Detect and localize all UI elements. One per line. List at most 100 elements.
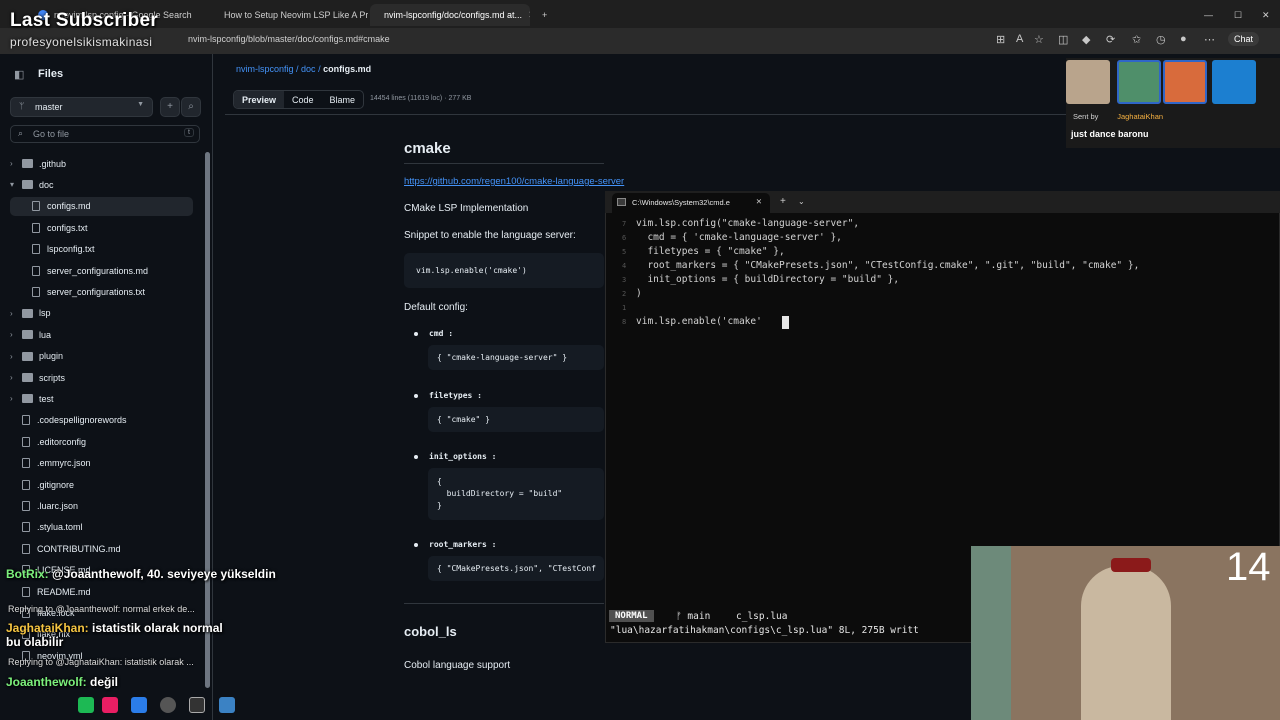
folder-icon xyxy=(22,159,33,168)
app-icon[interactable] xyxy=(219,697,235,713)
terminal-icon[interactable] xyxy=(189,697,205,713)
line-number: 7 xyxy=(622,220,627,228)
refresh-icon[interactable]: ⟳ xyxy=(1106,33,1115,46)
file-item[interactable]: server_configurations.txt xyxy=(32,282,145,301)
folder-icon xyxy=(22,330,33,340)
snippet-code: vim.lsp.enable('cmake') xyxy=(416,266,527,275)
file-item[interactable]: CONTRIBUTING.md xyxy=(10,539,121,558)
new-terminal-tab-icon[interactable]: + xyxy=(780,196,786,207)
config-key: cmd : xyxy=(429,329,454,338)
vim-filename: c_lsp.lua xyxy=(736,611,788,622)
cmd-icon xyxy=(617,198,626,206)
tree-item-label: server_configurations.txt xyxy=(47,286,146,297)
code-line: root_markers = { "CMakePresets.json", "C… xyxy=(636,260,1140,271)
history-icon[interactable]: ◷ xyxy=(1156,33,1166,46)
favorites-icon[interactable]: ✩ xyxy=(1132,33,1141,46)
sticker-image xyxy=(1117,60,1161,104)
file-item[interactable]: lspconfig.txt xyxy=(32,240,95,259)
folder-item[interactable]: ▾ doc xyxy=(10,175,54,194)
sidebar-scrollbar[interactable] xyxy=(205,152,210,688)
folder-item[interactable]: › .github xyxy=(10,154,66,173)
tree-item-label: test xyxy=(39,393,54,404)
terminal-tab[interactable]: C:\Windows\System32\cmd.e ✕ xyxy=(612,193,770,213)
search-button[interactable]: ⌕ xyxy=(181,97,201,117)
chevron-down-icon[interactable]: ⌄ xyxy=(798,197,805,206)
branch-selector[interactable]: ᛘ master ▼ xyxy=(10,97,153,117)
tab-blame[interactable]: Blame xyxy=(322,91,364,108)
file-item[interactable]: .editorconfig xyxy=(10,432,86,451)
folder-item[interactable]: › test xyxy=(10,389,54,408)
counter-overlay: 14 xyxy=(1226,545,1271,589)
config-value: { "CMakePresets.json", "CTestConf xyxy=(437,564,596,573)
install-icon[interactable]: ⊞ xyxy=(996,33,1005,46)
folder-item[interactable]: › plugin xyxy=(10,347,63,366)
close-icon[interactable]: ✕ xyxy=(756,197,762,206)
close-icon[interactable]: ✕ xyxy=(528,10,530,21)
diamond-icon[interactable]: ◆ xyxy=(1082,33,1090,46)
browser-tab-github[interactable]: nvim-lspconfig/doc/configs.md at... ✕ xyxy=(370,4,530,26)
view-tabs: Preview Code Blame xyxy=(233,90,365,109)
folder-item[interactable]: › lua xyxy=(10,325,51,344)
folder-item[interactable]: › scripts xyxy=(10,368,65,387)
chevron-right-icon: › xyxy=(10,308,13,318)
file-item[interactable]: README.md xyxy=(10,582,91,601)
file-icon xyxy=(22,479,30,490)
code-line: vim.lsp.enable('cmake' xyxy=(636,316,762,327)
go-to-file-placeholder: Go to file xyxy=(33,129,70,139)
tab-code[interactable]: Code xyxy=(284,91,322,108)
terminal-tab-title: C:\Windows\System32\cmd.e xyxy=(632,198,730,207)
spotify-icon[interactable] xyxy=(78,697,94,713)
divider xyxy=(404,603,604,604)
file-item[interactable]: .emmyrc.json xyxy=(10,454,91,473)
file-item[interactable]: .luarc.json xyxy=(10,496,78,515)
read-aloud-icon[interactable]: A xyxy=(1016,33,1023,45)
file-item[interactable]: server_configurations.md xyxy=(32,261,148,280)
stream-subtitle: profesyonelsikismakinasi xyxy=(10,35,153,49)
cmake-repo-link[interactable]: https://github.com/regen100/cmake-langua… xyxy=(404,176,624,187)
code-line: cmd = { 'cmake-language-server' }, xyxy=(636,232,842,243)
close-window-icon[interactable]: ✕ xyxy=(1254,4,1274,26)
file-icon xyxy=(22,543,30,554)
folder-icon xyxy=(22,180,33,190)
star-icon[interactable]: ☆ xyxy=(1034,33,1044,46)
section-heading-cobol: cobol_ls xyxy=(404,624,457,639)
add-file-button[interactable]: + xyxy=(160,97,180,117)
file-item[interactable]: .stylua.toml xyxy=(10,518,83,537)
breadcrumb-dir[interactable]: doc xyxy=(301,64,316,74)
browser-tab-youtube[interactable]: How to Setup Neovim LSP Like A Pro ✕ xyxy=(210,4,368,26)
maximize-icon[interactable]: ☐ xyxy=(1226,4,1246,26)
list-bullet xyxy=(414,332,418,336)
settings-icon[interactable] xyxy=(160,697,176,713)
folder-item[interactable]: › lsp xyxy=(10,304,51,323)
line-number: 6 xyxy=(622,234,627,242)
file-item[interactable]: configs.txt xyxy=(32,218,88,237)
new-tab-button[interactable]: + xyxy=(534,4,554,26)
folder-icon xyxy=(22,351,33,361)
go-to-file-input[interactable]: ⌕ Go to file t xyxy=(10,125,200,143)
profile-icon[interactable]: ● xyxy=(1180,33,1187,45)
file-icon xyxy=(22,522,30,533)
url-field[interactable]: nvim-lspconfig/blob/master/doc/configs.m… xyxy=(188,34,390,44)
extension-icon[interactable]: ◫ xyxy=(1058,33,1068,46)
tree-item-label: configs.md xyxy=(47,201,91,212)
file-item[interactable]: .codespellignorewords xyxy=(10,411,127,430)
tab-preview[interactable]: Preview xyxy=(234,91,285,108)
default-config-label: Default config: xyxy=(404,302,468,313)
file-item[interactable]: configs.md xyxy=(10,196,193,216)
breadcrumb: nvim-lspconfig / doc / configs.md xyxy=(236,64,372,74)
music-icon[interactable] xyxy=(102,697,118,713)
file-icon xyxy=(22,586,30,597)
minimize-icon[interactable]: — xyxy=(1196,4,1216,26)
config-value: { "cmake" } xyxy=(437,415,490,424)
breadcrumb-repo[interactable]: nvim-lspconfig xyxy=(236,64,294,74)
sticker-image xyxy=(1163,60,1207,104)
cobol-description: Cobol language support xyxy=(404,660,511,671)
more-icon[interactable]: ⋯ xyxy=(1204,33,1215,46)
file-icon xyxy=(32,201,40,212)
breadcrumb-file: configs.md xyxy=(323,64,372,74)
app-icon[interactable] xyxy=(131,697,147,713)
collapse-sidebar-icon[interactable]: ◧ xyxy=(14,68,24,81)
copilot-chat-button[interactable]: Chat xyxy=(1228,32,1260,46)
file-icon xyxy=(32,286,40,297)
file-item[interactable]: .gitignore xyxy=(10,475,74,494)
